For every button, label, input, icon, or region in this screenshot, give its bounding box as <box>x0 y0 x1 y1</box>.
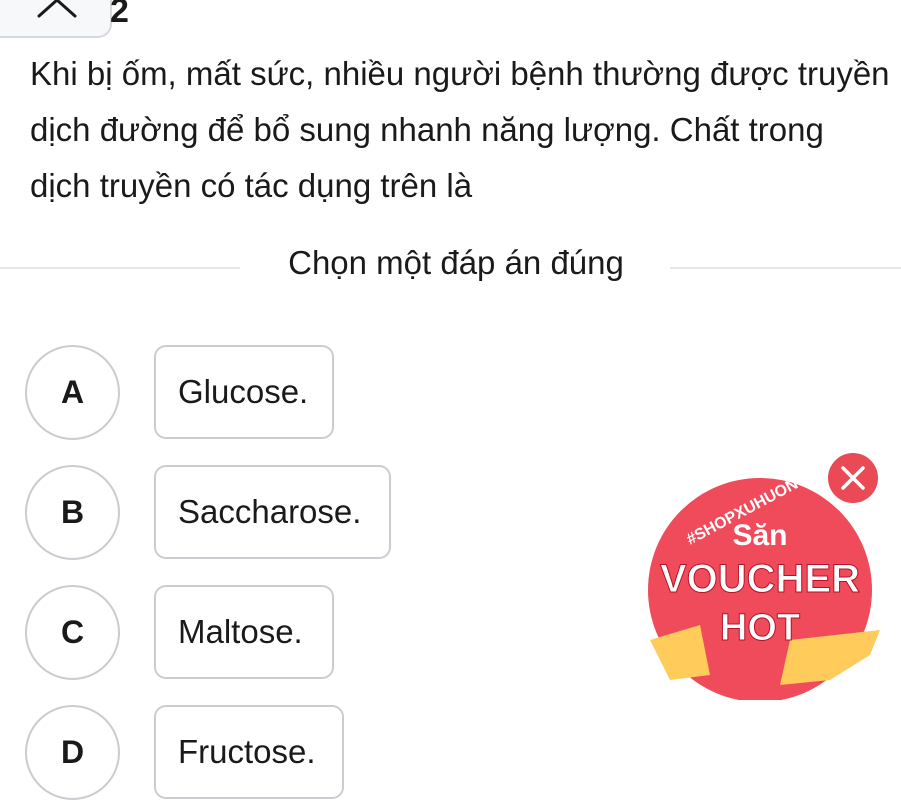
collapse-tab[interactable] <box>0 0 112 38</box>
option-d-answer[interactable]: Fructose. <box>154 705 344 799</box>
close-icon <box>841 466 865 490</box>
question-text: Khi bị ốm, mất sức, nhiều người bệnh thư… <box>30 55 890 204</box>
chevron-up-icon <box>37 0 77 18</box>
divider-right <box>670 267 901 269</box>
promo-close-button[interactable] <box>828 453 878 503</box>
promo-line3: HOT <box>720 607 800 649</box>
instruction-label: Chọn một đáp án đúng <box>288 244 624 281</box>
option-c-letter[interactable]: C <box>25 585 120 680</box>
question-number: 2 <box>110 0 129 30</box>
option-c-answer[interactable]: Maltose. <box>154 585 334 679</box>
option-d-letter[interactable]: D <box>25 705 120 800</box>
promo-line2: VOUCHER <box>660 557 860 601</box>
promo-line1: Săn <box>732 519 787 552</box>
option-b-answer[interactable]: Saccharose. <box>154 465 391 559</box>
option-a-answer[interactable]: Glucose. <box>154 345 334 439</box>
option-a-letter[interactable]: A <box>25 345 120 440</box>
option-b-letter[interactable]: B <box>25 465 120 560</box>
